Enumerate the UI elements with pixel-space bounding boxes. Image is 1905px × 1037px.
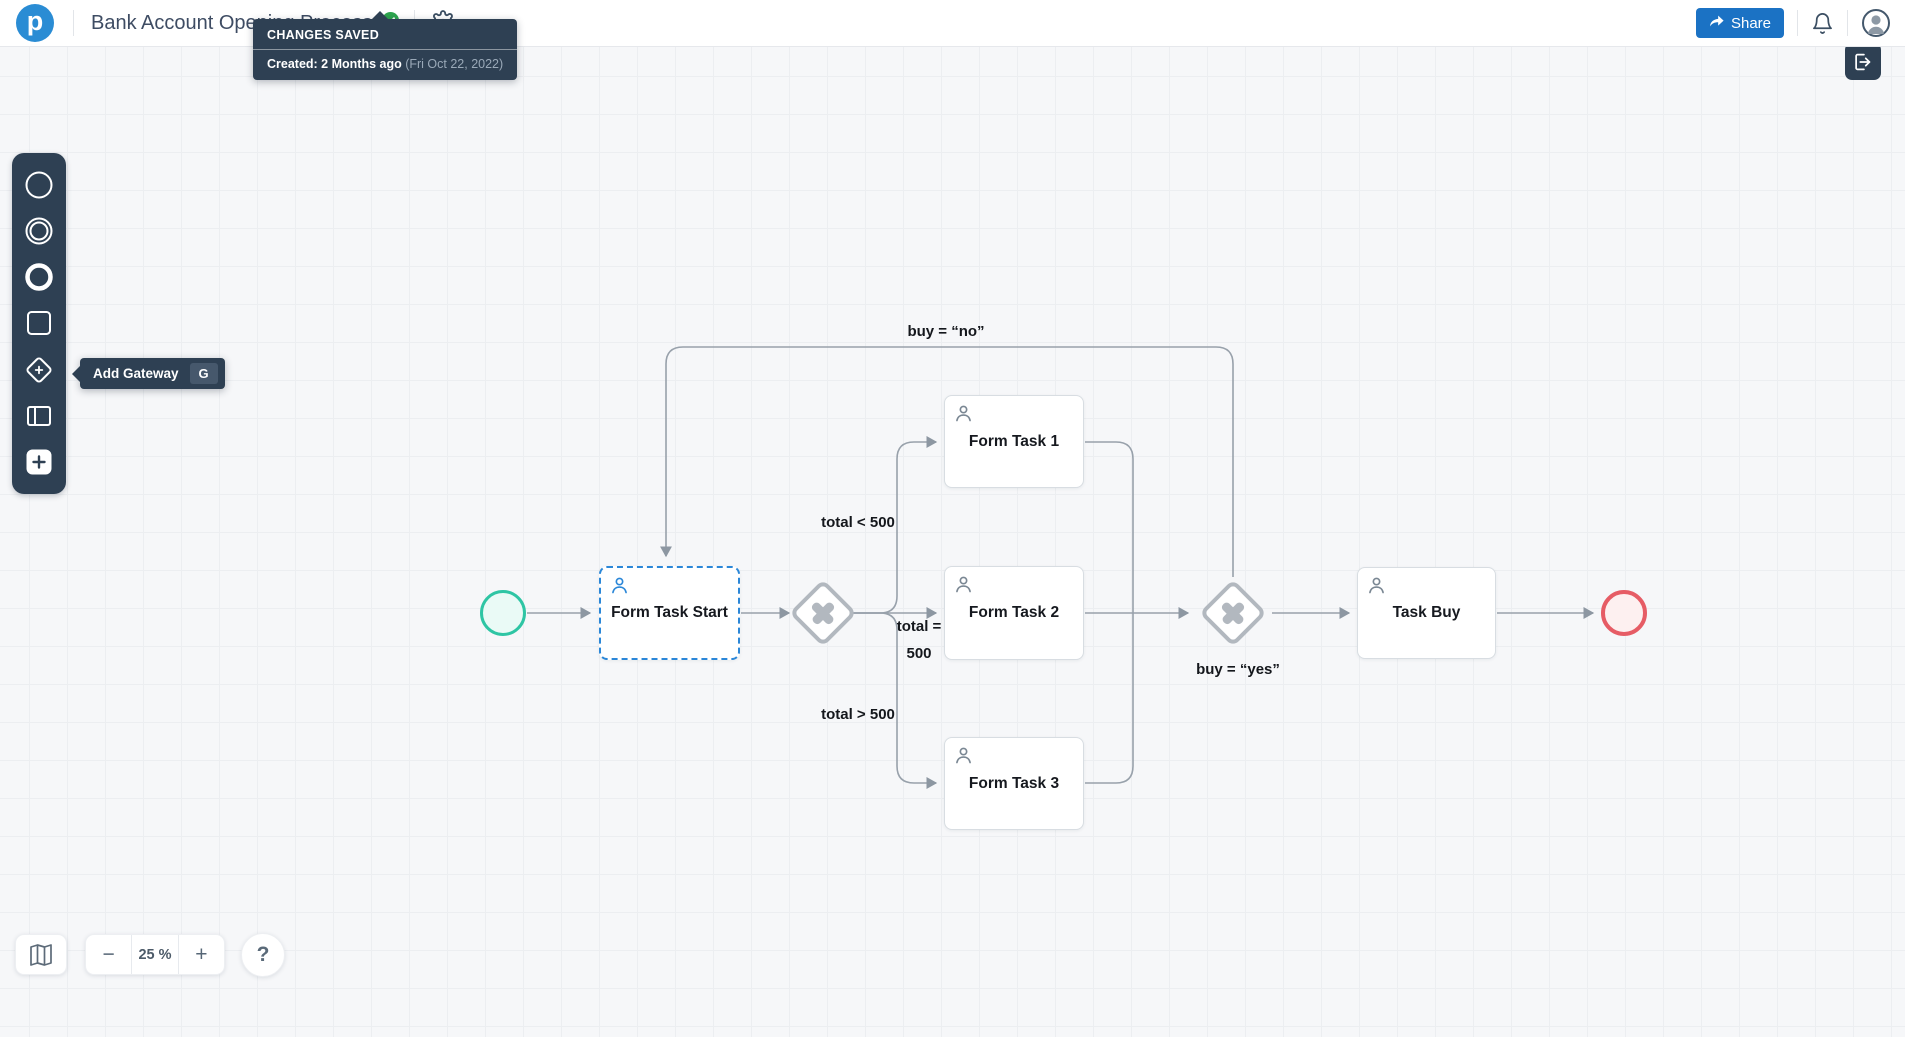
task-label: Form Task Start bbox=[601, 604, 738, 622]
logo-letter: p bbox=[27, 8, 44, 35]
export-panel-button[interactable] bbox=[1845, 43, 1881, 80]
add-pool-button[interactable] bbox=[18, 395, 60, 436]
user-task-icon bbox=[953, 403, 974, 429]
task-form-task-1[interactable]: Form Task 1 bbox=[944, 395, 1084, 488]
tooltip-label: Add Gateway bbox=[93, 366, 179, 381]
shortcut-key-badge: G bbox=[190, 363, 218, 384]
add-intermediate-event-button[interactable] bbox=[18, 210, 60, 251]
flow-label-total-lt-500[interactable]: total < 500 bbox=[821, 514, 895, 531]
minimap-icon bbox=[28, 943, 54, 967]
task-label: Form Task 2 bbox=[945, 604, 1083, 622]
help-button[interactable]: ? bbox=[241, 933, 285, 977]
task-task-buy[interactable]: Task Buy bbox=[1357, 567, 1496, 659]
user-task-icon bbox=[1366, 575, 1387, 601]
flow-form-task-1-to-gateway2[interactable] bbox=[1085, 442, 1133, 613]
task-form-task-3[interactable]: Form Task 3 bbox=[944, 737, 1084, 830]
flow-form-task-3-to-gateway2[interactable] bbox=[1085, 613, 1133, 783]
process-modeler-app: p Bank Account Opening Process Share bbox=[0, 0, 1905, 1037]
task-form-task-2[interactable]: Form Task 2 bbox=[944, 566, 1084, 660]
notifications-bell-icon[interactable] bbox=[1811, 12, 1834, 35]
diagram-canvas[interactable]: Form Task Start Form Task 1 Form Task 2 … bbox=[0, 47, 1905, 1037]
minimap-toggle-button[interactable] bbox=[15, 934, 67, 975]
zoom-in-button[interactable]: + bbox=[178, 935, 224, 974]
add-more-elements-button[interactable] bbox=[18, 442, 60, 483]
export-icon bbox=[1852, 51, 1874, 73]
share-button[interactable]: Share bbox=[1696, 8, 1784, 38]
add-gateway-tooltip: Add Gateway G bbox=[80, 358, 225, 389]
divider bbox=[73, 10, 74, 36]
tooltip-created-line: Created: 2 Months ago (Fri Oct 22, 2022) bbox=[253, 50, 517, 80]
user-avatar[interactable] bbox=[1861, 8, 1891, 38]
task-label: Task Buy bbox=[1358, 604, 1495, 622]
processmaker-logo[interactable]: p bbox=[16, 4, 54, 42]
zoom-controls: − 25 % + bbox=[85, 934, 225, 975]
created-date: (Fri Oct 22, 2022) bbox=[402, 57, 503, 71]
add-task-button[interactable] bbox=[18, 303, 60, 344]
zoom-level: 25 % bbox=[131, 935, 177, 974]
divider bbox=[1797, 10, 1798, 36]
share-icon bbox=[1709, 14, 1724, 32]
end-event[interactable] bbox=[1601, 590, 1647, 636]
created-label: Created: 2 Months ago bbox=[267, 57, 402, 71]
start-event[interactable] bbox=[480, 590, 526, 636]
divider bbox=[1847, 10, 1848, 36]
shapes-toolbar bbox=[12, 153, 66, 494]
task-label: Form Task 3 bbox=[945, 775, 1083, 793]
zoom-out-button[interactable]: − bbox=[86, 935, 131, 974]
add-gateway-button[interactable] bbox=[18, 349, 60, 390]
add-start-event-button[interactable] bbox=[18, 164, 60, 205]
flow-label-buy-yes[interactable]: buy = “yes” bbox=[1196, 661, 1280, 678]
tooltip-heading: CHANGES SAVED bbox=[253, 19, 517, 50]
sequence-flows bbox=[0, 47, 1905, 1037]
user-task-icon bbox=[953, 745, 974, 771]
add-end-event-button[interactable] bbox=[18, 257, 60, 298]
user-task-icon bbox=[953, 574, 974, 600]
changes-saved-tooltip: CHANGES SAVED Created: 2 Months ago (Fri… bbox=[253, 19, 517, 80]
task-label: Form Task 1 bbox=[945, 433, 1083, 451]
flow-label-total-gt-500[interactable]: total > 500 bbox=[821, 706, 895, 723]
flow-label-total-eq-500[interactable]: total = 500 bbox=[897, 613, 942, 667]
share-label: Share bbox=[1731, 15, 1771, 32]
task-form-task-start[interactable]: Form Task Start bbox=[599, 566, 740, 660]
user-task-icon bbox=[609, 575, 630, 601]
flow-label-buy-no[interactable]: buy = “no” bbox=[907, 323, 984, 340]
